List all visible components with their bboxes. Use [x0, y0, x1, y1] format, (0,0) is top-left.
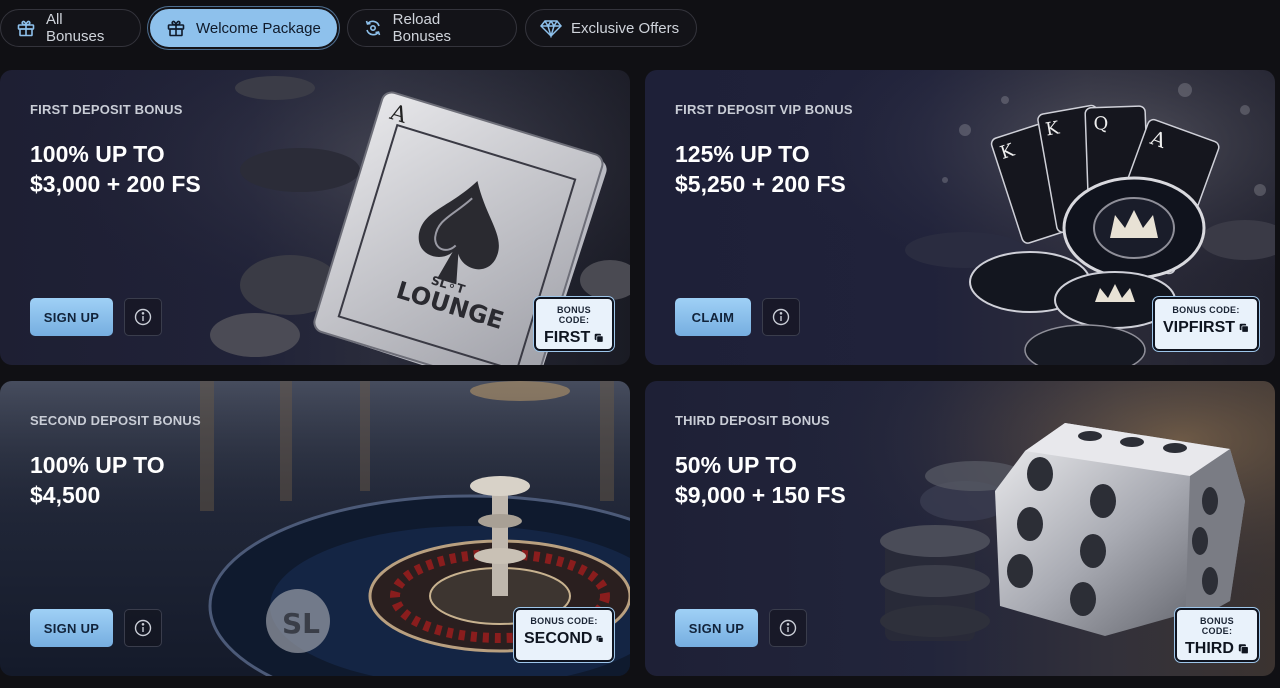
tab-exclusive-offers[interactable]: Exclusive Offers — [525, 9, 697, 47]
tab-label: All Bonuses — [45, 11, 105, 45]
bonus-code-value: FIRST — [544, 329, 591, 346]
bonus-card-first-deposit-vip: K K Q A FIRST DEPOSIT VIP BONUS 125% UP … — [645, 70, 1275, 365]
bonus-headline: 100% UP TO $4,500 — [30, 450, 350, 510]
bonus-headline-line1: 50% UP TO — [675, 452, 797, 478]
bonus-code-label: BONUS CODE: — [530, 616, 598, 626]
info-button[interactable] — [762, 298, 800, 336]
bonus-headline-line2: $5,250 + 200 FS — [675, 171, 846, 197]
bonus-code-box[interactable]: BONUS CODE: FIRST — [534, 297, 614, 351]
info-button[interactable] — [124, 609, 162, 647]
sign-up-button[interactable]: SIGN UP — [30, 298, 113, 336]
sign-up-button[interactable]: SIGN UP — [675, 609, 758, 647]
info-icon — [772, 308, 790, 326]
info-button[interactable] — [124, 298, 162, 336]
info-icon — [134, 308, 152, 326]
copy-icon — [1239, 323, 1249, 333]
copy-icon — [596, 635, 604, 643]
bonus-headline-line2: $3,000 + 200 FS — [30, 171, 201, 197]
tab-label: Welcome Package — [196, 19, 321, 37]
bonus-code-box[interactable]: BONUS CODE: THIRD — [1175, 608, 1259, 662]
bonus-code-value: SECOND — [524, 630, 593, 647]
bonus-code-value: THIRD — [1185, 640, 1234, 657]
reload-icon — [362, 17, 384, 39]
info-icon — [779, 619, 797, 637]
bonus-headline: 100% UP TO $3,000 + 200 FS — [30, 139, 350, 199]
copy-icon — [594, 333, 604, 343]
bonus-card-first-deposit: A LOUNGE SL⚬T FIRST DEPOSIT BONUS 100% U… — [0, 70, 630, 365]
bonus-eyebrow: FIRST DEPOSIT VIP BONUS — [675, 102, 853, 117]
diamond-icon — [540, 17, 562, 39]
gift-icon — [165, 17, 187, 39]
bonus-headline-line1: 125% UP TO — [675, 141, 810, 167]
tab-reload-bonuses[interactable]: Reload Bonuses — [347, 9, 517, 47]
bonus-headline-line1: 100% UP TO — [30, 452, 165, 478]
bonus-code-value: VIPFIRST — [1163, 319, 1236, 336]
sign-up-button[interactable]: SIGN UP — [30, 609, 113, 647]
tab-welcome-package[interactable]: Welcome Package — [150, 9, 337, 47]
bonus-eyebrow: THIRD DEPOSIT BONUS — [675, 413, 830, 428]
bonus-code-box[interactable]: BONUS CODE: SECOND — [514, 608, 614, 662]
bonus-code-label: BONUS CODE: — [1199, 616, 1234, 636]
bonus-eyebrow: SECOND DEPOSIT BONUS — [30, 413, 201, 428]
bonus-code-label: BONUS CODE: — [1172, 305, 1240, 315]
claim-button[interactable]: CLAIM — [675, 298, 751, 336]
bonus-headline-line2: $9,000 + 150 FS — [675, 482, 846, 508]
bonus-headline-line1: 100% UP TO — [30, 141, 165, 167]
bonus-code-label: BONUS CODE: — [556, 305, 591, 325]
bonus-code-box[interactable]: BONUS CODE: VIPFIRST — [1153, 297, 1259, 351]
info-button[interactable] — [769, 609, 807, 647]
bonus-card-third-deposit: THIRD DEPOSIT BONUS 50% UP TO $9,000 + 1… — [645, 381, 1275, 676]
bonus-headline-line2: $4,500 — [30, 482, 101, 508]
tab-label: Reload Bonuses — [392, 11, 452, 45]
bonus-headline: 50% UP TO $9,000 + 150 FS — [675, 450, 995, 510]
copy-icon — [1238, 644, 1249, 655]
gift-icon — [15, 17, 37, 39]
bonus-headline: 125% UP TO $5,250 + 200 FS — [675, 139, 995, 199]
bonus-filter-tabs: All Bonuses Welcome Package Reload Bonus… — [0, 9, 697, 47]
bonus-card-second-deposit: SL SECOND DEPOSIT BONUS 100% UP TO $4,50… — [0, 381, 630, 676]
bonus-eyebrow: FIRST DEPOSIT BONUS — [30, 102, 183, 117]
tab-label: Exclusive Offers — [571, 19, 680, 37]
info-icon — [134, 619, 152, 637]
tab-all-bonuses[interactable]: All Bonuses — [0, 9, 141, 47]
